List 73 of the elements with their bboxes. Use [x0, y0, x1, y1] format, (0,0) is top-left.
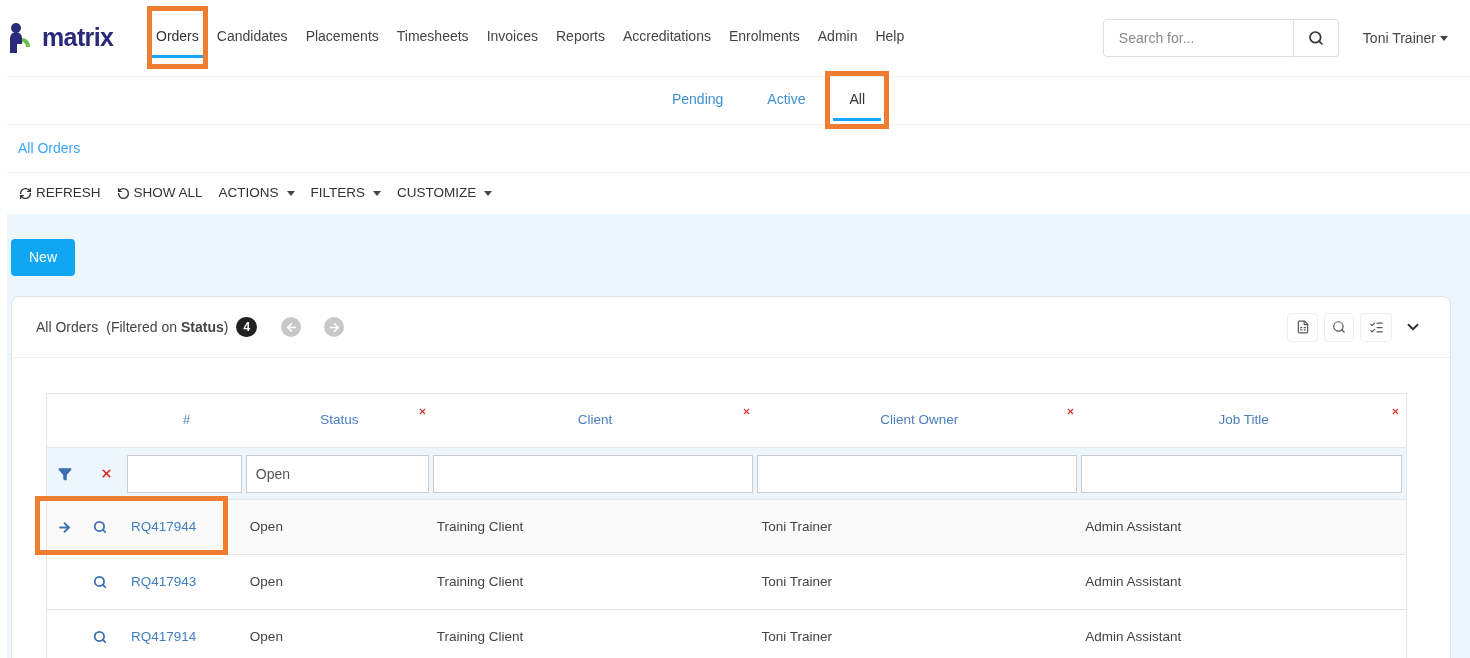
nav-link[interactable]: Timesheets	[387, 18, 478, 58]
table-cell: Open	[249, 628, 283, 644]
order-link[interactable]: RQ417943	[130, 573, 197, 589]
checklist-icon	[1368, 319, 1384, 335]
search-icon	[1332, 320, 1346, 334]
sub-tab[interactable]: Active	[751, 80, 822, 121]
table-cell: Admin Assistant	[1085, 573, 1182, 589]
remove-icon[interactable]	[417, 407, 427, 416]
caret-icon	[1440, 35, 1448, 41]
filter-field[interactable]	[126, 454, 242, 493]
order-link[interactable]: RQ417944	[130, 518, 197, 534]
filter-field[interactable]	[432, 454, 754, 493]
caret-icon	[484, 191, 493, 196]
filter-icon[interactable]	[58, 466, 72, 481]
remove-icon[interactable]	[1066, 407, 1076, 416]
toolbar-button[interactable]: SHOW ALL	[116, 183, 203, 204]
search-icon	[1307, 30, 1324, 46]
nav-link[interactable]: Reports	[547, 18, 614, 58]
card-title: All Orders	[36, 317, 99, 337]
search-field[interactable]: Search for...	[1102, 19, 1294, 57]
spreadsheet-icon	[1295, 320, 1310, 334]
logo-icon	[8, 22, 32, 54]
table-cell: Toni Trainer	[761, 628, 833, 644]
toolbar-button[interactable]: REFRESH	[19, 183, 101, 204]
columns-button[interactable]	[1360, 312, 1392, 342]
remove-icon[interactable]	[742, 407, 752, 416]
filter-note: (Filtered on Status)	[106, 317, 229, 337]
view-icon[interactable]	[93, 630, 107, 644]
current-row-icon	[57, 519, 72, 535]
filter-field[interactable]	[757, 454, 1078, 493]
toolbar-button[interactable]: ACTIONS	[218, 183, 295, 204]
nav-link[interactable]: Candidates	[207, 18, 297, 58]
table-cell: Admin Assistant	[1085, 628, 1182, 644]
caret-icon	[373, 191, 382, 196]
table-cell: Open	[249, 518, 283, 534]
nav-link[interactable]: Placements	[296, 18, 388, 58]
order-link[interactable]: RQ417914	[130, 628, 197, 644]
table-cell: Toni Trainer	[761, 573, 833, 589]
user-menu[interactable]: Toni Trainer	[1362, 27, 1448, 49]
table-cell: Open	[249, 573, 283, 589]
remove-icon[interactable]	[1391, 407, 1400, 416]
filter-field[interactable]: Open	[245, 454, 429, 493]
nav-link[interactable]: Accreditations	[614, 18, 720, 58]
count-badge: 4	[236, 317, 258, 337]
column-header[interactable]: Client	[577, 410, 613, 431]
view-icon[interactable]	[93, 520, 107, 534]
toolbar-button[interactable]: CUSTOMIZE	[397, 183, 493, 204]
caret-icon	[286, 191, 295, 196]
undo-icon	[116, 187, 130, 200]
toolbar-button[interactable]: FILTERS	[310, 183, 382, 204]
column-header[interactable]: #	[182, 410, 191, 431]
table-cell: Admin Assistant	[1085, 518, 1182, 534]
table-cell: Training Client	[436, 573, 524, 589]
table-cell: Toni Trainer	[761, 518, 833, 534]
search-button[interactable]	[1293, 19, 1339, 57]
table-cell: Training Client	[436, 518, 524, 534]
nav-link[interactable]: Orders	[147, 18, 208, 58]
column-header[interactable]: Client Owner	[880, 410, 959, 431]
view-icon[interactable]	[93, 575, 107, 589]
sub-tab[interactable]: Pending	[655, 80, 740, 121]
export-button[interactable]	[1287, 312, 1318, 342]
clear-icon[interactable]	[100, 467, 113, 480]
nav-link[interactable]: Help	[866, 18, 914, 58]
table-cell: Training Client	[436, 628, 524, 644]
nav-link[interactable]: Invoices	[477, 18, 547, 58]
brand-name: matrix	[42, 22, 114, 54]
sub-tab[interactable]: All	[833, 80, 882, 121]
nav-link[interactable]: Admin	[808, 18, 867, 58]
column-header[interactable]: Job Title	[1218, 410, 1269, 431]
refresh-icon	[19, 187, 32, 200]
filter-field[interactable]	[1081, 454, 1402, 493]
column-header[interactable]: Status	[320, 410, 359, 431]
nav-link[interactable]: Enrolments	[719, 18, 809, 58]
